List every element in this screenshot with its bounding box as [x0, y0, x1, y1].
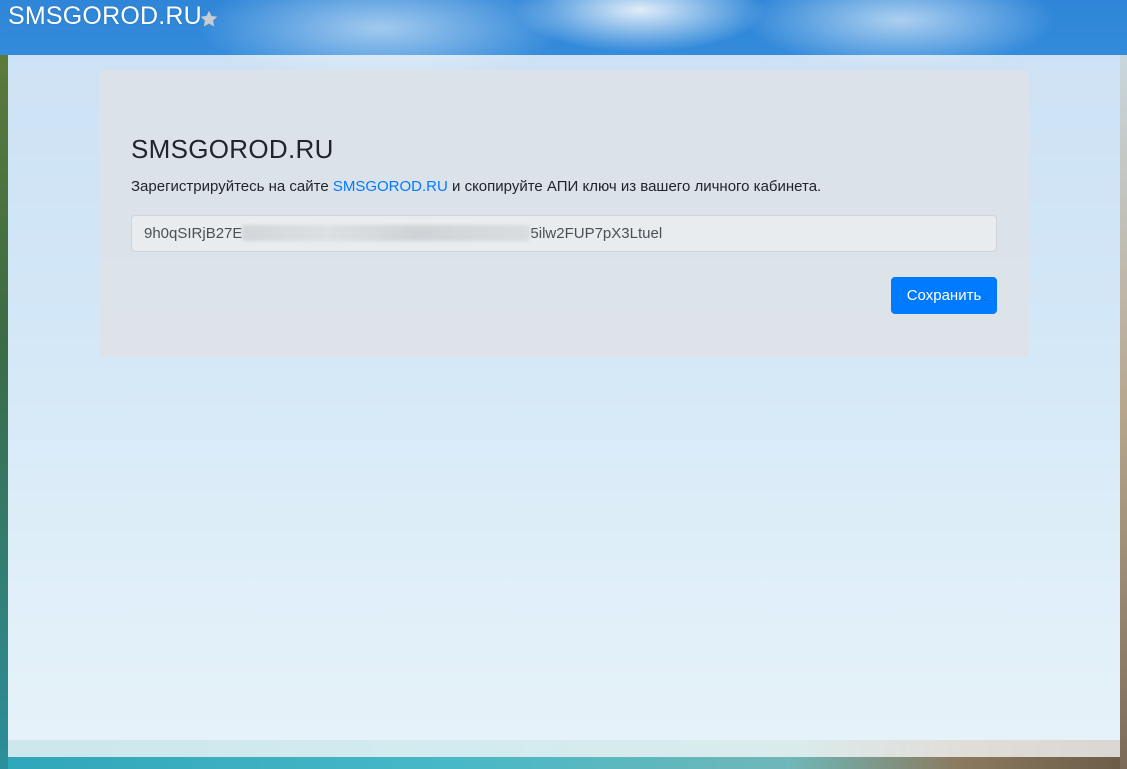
- description: Зарегистрируйтесь на сайте SMSGOROD.RU и…: [131, 178, 821, 195]
- api-key-suffix: 5ilw2FUP7pX3Ltuel: [530, 225, 663, 242]
- panel-title: SMSGOROD.RU: [131, 134, 334, 164]
- api-key-prefix: 9h0qSIRjB27E: [144, 225, 243, 242]
- main-content: SMSGOROD.RU Зарегистрируйтесь на сайте S…: [8, 55, 1120, 757]
- api-key-blurred: [242, 224, 531, 241]
- background-left-edge: [0, 55, 8, 769]
- settings-panel: SMSGOROD.RU Зарегистрируйтесь на сайте S…: [99, 70, 1029, 357]
- description-text-before: Зарегистрируйтесь на сайте: [131, 178, 333, 195]
- star-icon[interactable]: [199, 9, 219, 29]
- description-text-after: и скопируйте АПИ ключ из вашего личного …: [447, 178, 822, 195]
- smsgorod-link[interactable]: SMSGOROD.RU: [333, 178, 448, 195]
- background-right-edge: [1120, 55, 1127, 769]
- brand-title[interactable]: SMSGOROD.RU: [8, 2, 202, 31]
- save-button[interactable]: Сохранить: [891, 277, 997, 314]
- api-key-input[interactable]: 9h0qSIRjB27E 5ilw2FUP7pX3Ltuel: [131, 215, 997, 252]
- top-bar: SMSGOROD.RU: [0, 0, 1127, 55]
